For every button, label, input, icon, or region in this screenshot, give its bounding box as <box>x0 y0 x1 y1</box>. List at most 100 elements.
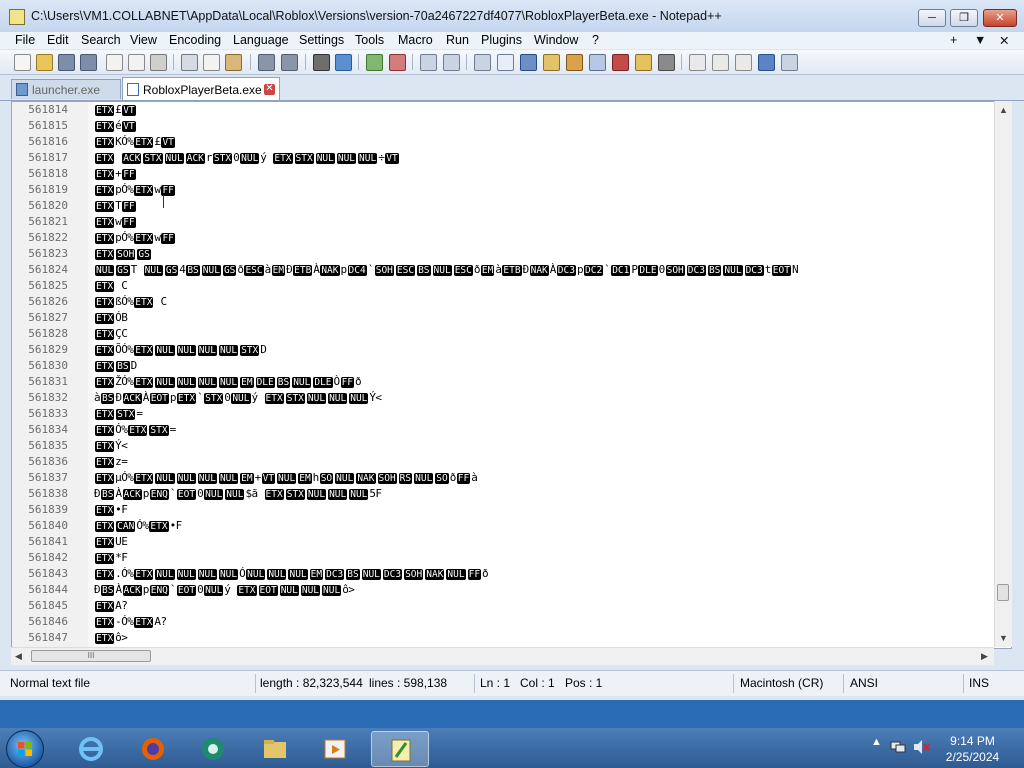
control-char-token: ACK <box>185 153 205 164</box>
line-number: 561815 <box>28 119 68 132</box>
file-explorer-taskbar-button[interactable] <box>250 731 298 767</box>
status-length: length : 82,323,544 <box>260 676 363 690</box>
line-text: ETX pÓ% ETX w FF <box>95 231 175 244</box>
line-number: 561832 <box>28 391 68 404</box>
vertical-scrollbar[interactable]: ▲ ▼ <box>994 101 1012 647</box>
menu-settings[interactable]: Settings <box>299 33 344 47</box>
monitoring-icon[interactable] <box>658 54 675 71</box>
line-text: ETX µÓ% ETX NUL NUL NUL NUL EM + VT NUL EM h SO NUL NAK… <box>95 471 478 484</box>
copy-icon[interactable] <box>203 54 220 71</box>
vertical-scroll-thumb[interactable] <box>997 584 1009 601</box>
control-char-token: NUL <box>328 393 348 404</box>
media-app-icon <box>202 738 224 760</box>
tab-close-icon[interactable]: ✕ <box>264 84 275 95</box>
control-char-token: ETX <box>176 393 197 404</box>
firefox-taskbar-button[interactable] <box>128 731 176 767</box>
lang-icon[interactable] <box>543 54 560 71</box>
scroll-down-icon[interactable]: ▼ <box>999 633 1008 643</box>
menu-window[interactable]: Window <box>534 33 578 47</box>
notepadpp-taskbar-button[interactable] <box>371 731 429 767</box>
print-icon[interactable] <box>150 54 167 71</box>
horizontal-scroll-thumb[interactable]: III <box>31 650 151 662</box>
find-icon[interactable] <box>313 54 330 71</box>
play-macro-icon[interactable] <box>735 54 752 71</box>
horizontal-scrollbar[interactable]: ◀ III ▶ <box>11 647 994 665</box>
control-char-token: NUL <box>358 153 378 164</box>
control-char-token: ETX <box>134 185 154 196</box>
sync-horizontal-icon[interactable] <box>443 54 460 71</box>
menu-view[interactable]: View <box>130 33 157 47</box>
save-all-icon[interactable] <box>80 54 97 71</box>
media-player-taskbar-button[interactable] <box>310 731 358 767</box>
show-hidden-icons-icon[interactable]: ▲ <box>871 736 882 748</box>
volume-muted-icon[interactable] <box>912 739 930 755</box>
tab-robloxplayerbeta[interactable]: RobloxPlayerBeta.exe ✕ <box>122 77 280 100</box>
menu-run[interactable]: Run <box>446 33 469 47</box>
menu-macro[interactable]: Macro <box>398 33 433 47</box>
status-bar: Normal text file length : 82,323,544 lin… <box>0 670 1024 696</box>
menu-file[interactable]: File <box>15 33 35 47</box>
save-icon[interactable] <box>58 54 75 71</box>
network-icon[interactable] <box>890 740 906 754</box>
internet-explorer-taskbar-button[interactable] <box>66 731 114 767</box>
scroll-up-icon[interactable]: ▲ <box>999 105 1008 115</box>
menu-language[interactable]: Language <box>233 33 289 47</box>
undo-icon[interactable] <box>258 54 275 71</box>
menu-tools[interactable]: Tools <box>355 33 384 47</box>
indent-guide-icon[interactable] <box>520 54 537 71</box>
media-app-taskbar-button[interactable] <box>188 731 236 767</box>
function-list-icon[interactable] <box>612 54 629 71</box>
notepadpp-window: C:\Users\VM1.COLLABNET\AppData\Local\Rob… <box>0 0 1024 700</box>
run-macro-multiple-icon[interactable] <box>758 54 775 71</box>
zoom-out-icon[interactable] <box>389 54 406 71</box>
record-macro-icon[interactable] <box>689 54 706 71</box>
status-separator <box>255 674 256 693</box>
menu-edit[interactable]: Edit <box>47 33 69 47</box>
status-column: Col : 1 <box>520 676 555 690</box>
doc-list-icon[interactable] <box>589 54 606 71</box>
close-file-icon[interactable] <box>106 54 123 71</box>
sync-vertical-icon[interactable] <box>420 54 437 71</box>
zoom-in-icon[interactable] <box>366 54 383 71</box>
menu-encoding[interactable]: Encoding <box>169 33 221 47</box>
menu-search[interactable]: Search <box>81 33 121 47</box>
line-number: 561845 <box>28 599 68 612</box>
title-bar[interactable]: C:\Users\VM1.COLLABNET\AppData\Local\Rob… <box>0 0 1024 32</box>
maximize-button[interactable]: ❐ <box>950 9 978 27</box>
word-wrap-icon[interactable] <box>474 54 491 71</box>
scroll-left-icon[interactable]: ◀ <box>15 651 22 662</box>
menu-help[interactable]: ? <box>592 33 599 47</box>
control-char-token: EM <box>298 473 312 484</box>
open-file-icon[interactable] <box>36 54 53 71</box>
system-clock[interactable]: 9:14 PM 2/25/2024 <box>935 733 1010 765</box>
stop-macro-icon[interactable] <box>712 54 729 71</box>
menu-plugins[interactable]: Plugins <box>481 33 522 47</box>
save-macro-icon[interactable] <box>781 54 798 71</box>
redo-icon[interactable] <box>281 54 298 71</box>
start-button[interactable] <box>6 730 44 768</box>
close-doc-icon[interactable]: ✕ <box>999 33 1009 48</box>
tab-launcher[interactable]: launcher.exe <box>11 79 121 99</box>
control-char-token: ETX <box>95 329 115 340</box>
line-number: 561825 <box>28 279 68 292</box>
replace-icon[interactable] <box>335 54 352 71</box>
cut-icon[interactable] <box>181 54 198 71</box>
control-char-token: NUL <box>176 345 196 356</box>
paste-icon[interactable] <box>225 54 242 71</box>
control-char-token: STX <box>149 425 169 436</box>
control-char-token: FF <box>122 169 136 180</box>
doc-map-icon[interactable] <box>566 54 583 71</box>
folder-workspace-icon[interactable] <box>635 54 652 71</box>
close-all-icon[interactable] <box>128 54 145 71</box>
show-all-chars-icon[interactable] <box>497 54 514 71</box>
line-number: 561838 <box>28 487 68 500</box>
add-tab-icon[interactable]: + <box>950 33 957 47</box>
text-editor[interactable]: 561814 ETX £ VT 561815 ETX é VT 561816 ETX KÓ% ETX £… <box>11 101 1012 649</box>
control-char-token: ETX <box>95 281 115 292</box>
control-char-token: NUL <box>155 473 175 484</box>
scroll-right-icon[interactable]: ▶ <box>981 651 988 662</box>
list-tabs-icon[interactable]: ▼ <box>974 33 986 47</box>
new-file-icon[interactable] <box>14 54 31 71</box>
minimize-button[interactable]: ─ <box>918 9 946 27</box>
close-button[interactable]: ✕ <box>983 9 1017 27</box>
